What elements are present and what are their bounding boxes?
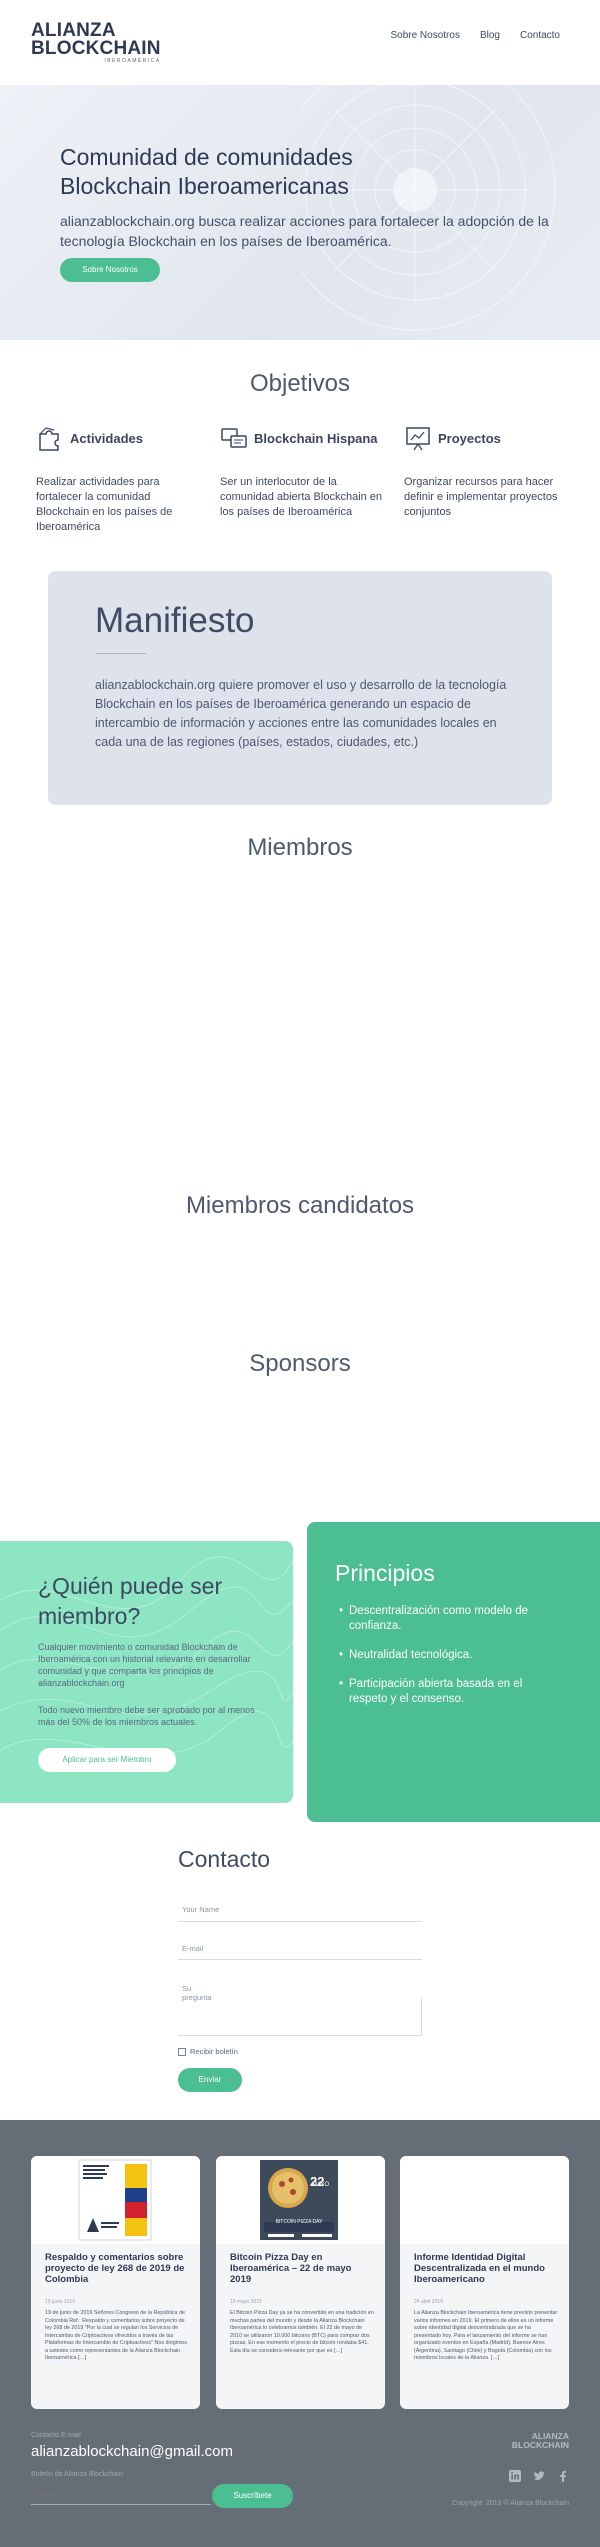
objetivo-text: Organizar recursos para hacer definir e …: [404, 476, 558, 518]
objetivo-proyectos: Proyectos Organizar recursos para hacer …: [404, 423, 574, 520]
candidatos-title: Miembros candidatos: [185, 1192, 415, 1219]
name-field[interactable]: [178, 1917, 422, 1922]
manifiesto-text: alianzablockchain.org quiere promover el…: [95, 678, 507, 749]
principios-list: Descentralización como modelo de confian…: [339, 1604, 539, 1721]
page: ALIANZA BLOCKCHAIN IBEROAMÉRICA Sobre No…: [0, 0, 600, 2547]
blog-card[interactable]: MAYO 22 BITCOIN PIZZA DAY Bitcoin Pizza …: [216, 2156, 385, 2409]
manifiesto-card: Manifiesto alianzablockchain.org quiere …: [48, 571, 552, 805]
quien-puede-ser-miembro-panel: ¿Quién puede ser miembro? Cualquier movi…: [0, 1541, 293, 1803]
hero-banner: Comunidad de comunidades Blockchain Iber…: [0, 85, 600, 340]
post-thumbnail: [400, 2156, 569, 2244]
post-excerpt: La Alianza Blockchain Iberoamérica tiene…: [414, 2310, 558, 2361]
newsletter-checkbox[interactable]: [178, 2047, 186, 2056]
twitter-icon[interactable]: [533, 2470, 545, 2482]
post-date: 24 abril 2019: [414, 2299, 443, 2305]
logo-sub: IBEROAMÉRICA: [104, 58, 161, 64]
objetivo-label: Actividades: [70, 430, 143, 446]
email-label: E-mail: [182, 1944, 204, 1953]
principio-item: Participación abierta basada en el respe…: [339, 1677, 539, 1707]
newsletter-label: Recibir boletín: [190, 2047, 238, 2056]
quien-paragraph-1: Cualquier movimiento o comunidad Blockch…: [38, 1642, 251, 1688]
post-excerpt: 19 de junio de 2019 Señores Congreso de …: [45, 2310, 188, 2361]
email-field[interactable]: [178, 1955, 422, 1960]
divider: [96, 653, 146, 654]
puzzle-icon: [39, 427, 59, 451]
principio-item: Descentralización como modelo de confian…: [339, 1604, 539, 1634]
pizza-day-caption: BITCOIN PIZZA DAY: [275, 2219, 323, 2225]
social-links: [509, 2470, 569, 2482]
post-thumbnail: [31, 2156, 200, 2244]
principio-item: Neutralidad tecnológica.: [339, 1648, 539, 1663]
blog-card[interactable]: Respaldo y comentarios sobre proyecto de…: [31, 2156, 200, 2409]
nav-link-blog[interactable]: Blog: [480, 30, 500, 41]
chat-icon: [221, 428, 247, 448]
miembros-title: Miembros: [247, 834, 353, 861]
principios-panel: Principios Descentralización como modelo…: [307, 1522, 600, 1822]
objetivo-text: Realizar actividades para fortalecer la …: [36, 476, 173, 533]
principios-title: Principios: [335, 1560, 435, 1586]
site-footer: Respaldo y comentarios sobre proyecto de…: [0, 2120, 600, 2547]
hero-about-button[interactable]: Sobre Nosotros: [60, 258, 160, 282]
copyright: Copyright: 2019 © Alianza Blockchain: [452, 2500, 569, 2507]
post-date: 19 junio 2019: [45, 2299, 76, 2305]
presentation-icon: [406, 427, 430, 451]
objetivo-text: Ser un interlocutor de la comunidad abie…: [220, 476, 383, 518]
pizza-day-number: 22: [310, 2174, 325, 2189]
footer-email-link[interactable]: alianzablockchain@gmail.com: [31, 2443, 233, 2460]
sponsors-title: Sponsors: [249, 1350, 351, 1377]
post-excerpt: El Bitcoin Pizza Day ya se ha convertido…: [230, 2310, 374, 2354]
pizza-day-thumbnail-image: MAYO: [260, 2160, 338, 2240]
post-thumbnail: MAYO 22 BITCOIN PIZZA DAY: [216, 2156, 385, 2244]
hero-title: Comunidad de comunidades Blockchain Iber…: [60, 144, 353, 199]
apply-member-button[interactable]: Aplicar para ser Miembro: [38, 1748, 176, 1772]
send-button[interactable]: Enviar: [178, 2068, 242, 2092]
name-label: Your Name: [182, 1905, 220, 1914]
manifiesto-title: Manifiesto: [95, 601, 255, 640]
post-title[interactable]: Bitcoin Pizza Day en Iberoamérica – 22 d…: [230, 2252, 375, 2285]
post-title[interactable]: Informe Identidad Digital Descentralizad…: [414, 2252, 559, 2285]
footer-logo-line2: BLOCKCHAIN: [511, 2440, 569, 2450]
nav-link-contacto[interactable]: Contacto: [520, 30, 560, 41]
objetivo-label: Proyectos: [438, 430, 501, 446]
nav-link-sobre-nosotros[interactable]: Sobre Nosotros: [390, 30, 459, 41]
objetivo-label: Blockchain Hispana: [254, 430, 378, 446]
quien-title: ¿Quién puede ser miembro?: [38, 1573, 223, 1629]
logo-line2: BLOCKCHAIN: [31, 38, 161, 59]
contacto-title: Contacto: [178, 1846, 271, 1872]
objetivo-actividades: Actividades Realizar actividades para fo…: [36, 423, 206, 535]
main-nav: Sobre Nosotros Blog Contacto: [390, 30, 560, 41]
newsletter-checkbox-row[interactable]: Recibir boletín: [178, 2047, 238, 2056]
site-header: ALIANZA BLOCKCHAIN IBEROAMÉRICA Sobre No…: [0, 0, 600, 85]
post-date: 16 mayo 2019: [230, 2299, 262, 2305]
footer-newsletter-label: Boletín de Alianza Blockchain: [31, 2471, 123, 2478]
post-title[interactable]: Respaldo y comentarios sobre proyecto de…: [45, 2252, 190, 2285]
quien-paragraph-2: Todo nuevo miembro debe ser aprobado por…: [38, 1705, 255, 1727]
document-thumbnail-image: [78, 2159, 152, 2241]
hero-subtitle: alianzablockchain.org busca realizar acc…: [60, 213, 549, 249]
objetivo-blockchain-hispana: Blockchain Hispana Ser un interlocutor d…: [220, 423, 390, 520]
subscribe-button[interactable]: Suscríbete: [212, 2484, 293, 2508]
objetivos-title: Objetivos: [249, 370, 351, 397]
blog-card[interactable]: Informe Identidad Digital Descentralizad…: [400, 2156, 569, 2409]
facebook-icon[interactable]: [557, 2470, 569, 2482]
footer-email-input[interactable]: [31, 2487, 211, 2505]
footer-contact-label: Contacto E-mail: [31, 2432, 81, 2439]
logo[interactable]: ALIANZA BLOCKCHAIN IBEROAMÉRICA: [31, 21, 161, 65]
footer-logo[interactable]: ALIANZA BLOCKCHAIN: [512, 2432, 569, 2450]
question-textarea[interactable]: [178, 1998, 422, 2036]
linkedin-icon[interactable]: [509, 2470, 521, 2482]
